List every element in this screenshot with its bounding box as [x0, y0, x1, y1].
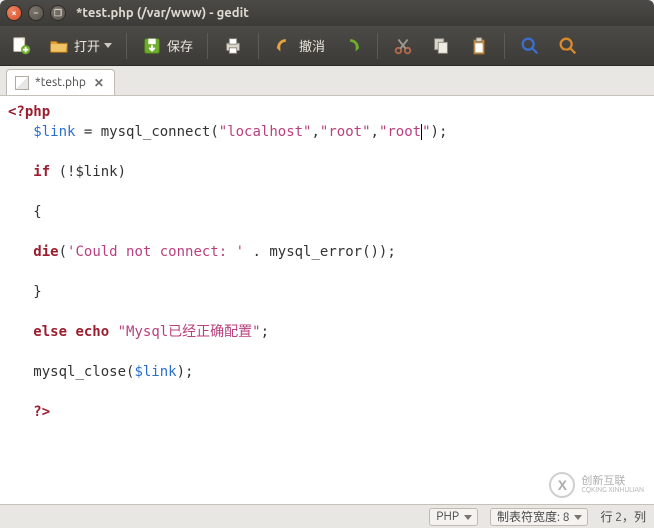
watermark: X 创新互联 CQKING XINHULIAN	[549, 472, 644, 498]
window-titlebar: × – ❐ *test.php (/var/www) - gedit	[0, 0, 654, 26]
code-editor[interactable]: <?php $link = mysql_connect("localhost",…	[0, 96, 654, 514]
tabwidth-select[interactable]: 制表符宽度: 8	[490, 508, 588, 526]
window-title: *test.php (/var/www) - gedit	[76, 6, 648, 20]
undo-button[interactable]: 撤消	[269, 31, 329, 61]
code-line: $link = mysql_connect("localhost","root"…	[8, 122, 646, 142]
redo-icon	[341, 35, 363, 57]
find-replace-button[interactable]	[553, 31, 583, 61]
new-file-icon	[10, 35, 32, 57]
code-line: <?php	[8, 102, 646, 122]
open-file-label: 打开	[74, 36, 100, 55]
toolbar-separator	[126, 33, 127, 59]
paste-icon	[468, 35, 490, 57]
code-line: ?>	[8, 402, 646, 422]
tabwidth-label: 制表符宽度: 8	[497, 508, 569, 525]
main-toolbar: 打开 保存 撤消	[0, 26, 654, 66]
copy-icon	[430, 35, 452, 57]
toolbar-separator	[377, 33, 378, 59]
code-line: else echo "Mysql已经正确配置";	[8, 322, 646, 342]
language-label: PHP	[436, 510, 459, 523]
save-icon	[141, 35, 163, 57]
redo-button[interactable]	[337, 31, 367, 61]
cut-button[interactable]	[388, 31, 418, 61]
print-button[interactable]	[218, 31, 248, 61]
code-line	[8, 302, 646, 322]
code-line	[8, 382, 646, 402]
window-controls: × – ❐	[6, 5, 66, 21]
print-icon	[222, 35, 244, 57]
language-select[interactable]: PHP	[429, 508, 478, 526]
save-label: 保存	[167, 36, 193, 55]
toolbar-separator	[207, 33, 208, 59]
code-line	[8, 342, 646, 362]
document-icon	[15, 76, 29, 90]
find-icon	[519, 35, 541, 57]
maximize-window-button[interactable]: ❐	[50, 5, 66, 21]
open-file-button[interactable]: 打开	[44, 31, 116, 61]
code-line	[8, 222, 646, 242]
paste-button[interactable]	[464, 31, 494, 61]
undo-label: 撤消	[299, 36, 325, 55]
document-tab[interactable]: *test.php ✕	[6, 69, 115, 95]
open-dropdown-caret[interactable]	[104, 43, 112, 48]
close-tab-button[interactable]: ✕	[92, 76, 106, 90]
find-button[interactable]	[515, 31, 545, 61]
watermark-logo: X	[549, 472, 575, 498]
document-tab-label: *test.php	[35, 76, 86, 89]
cut-icon	[392, 35, 414, 57]
toolbar-separator	[504, 33, 505, 59]
statusbar: PHP 制表符宽度: 8 行 2，列	[0, 504, 654, 528]
code-line: die('Could not connect: ' . mysql_error(…	[8, 242, 646, 262]
document-tabbar: *test.php ✕	[0, 66, 654, 96]
code-line: {	[8, 202, 646, 222]
toolbar-separator	[258, 33, 259, 59]
code-line: if (!$link)	[8, 162, 646, 182]
close-window-button[interactable]: ×	[6, 5, 22, 21]
minimize-window-button[interactable]: –	[28, 5, 44, 21]
code-line	[8, 262, 646, 282]
code-line	[8, 182, 646, 202]
copy-button[interactable]	[426, 31, 456, 61]
watermark-sub: CQKING XINHULIAN	[581, 487, 644, 495]
code-line: }	[8, 282, 646, 302]
undo-icon	[273, 35, 295, 57]
new-file-button[interactable]	[6, 31, 36, 61]
open-file-icon	[48, 35, 70, 57]
code-line	[8, 142, 646, 162]
save-button[interactable]: 保存	[137, 31, 197, 61]
cursor-position: 行 2，列	[600, 508, 646, 525]
code-line: mysql_close($link);	[8, 362, 646, 382]
find-replace-icon	[557, 35, 579, 57]
